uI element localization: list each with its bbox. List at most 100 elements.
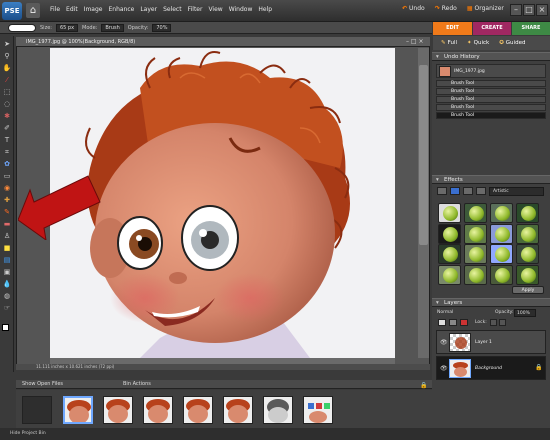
hand-tool-icon[interactable]: ✋ — [2, 64, 12, 73]
brush-tool-icon[interactable]: ✎ — [2, 208, 12, 217]
menu-filter[interactable]: Filter — [188, 6, 203, 13]
bin-thumbnail[interactable] — [183, 396, 213, 424]
history-state-current[interactable]: Brush Tool — [436, 112, 546, 119]
document-window-controls[interactable]: – □ × — [406, 38, 424, 45]
brush-preset-picker[interactable] — [8, 23, 36, 32]
show-all-icon[interactable] — [476, 187, 486, 195]
paint-bucket-tool-icon[interactable]: ■ — [2, 244, 12, 253]
menu-help[interactable]: Help — [258, 6, 272, 13]
minimize-button[interactable]: – — [510, 4, 522, 16]
menu-edit[interactable]: Edit — [66, 6, 78, 13]
lock-all-icon[interactable] — [499, 319, 506, 326]
undo-history-header[interactable]: Undo History — [432, 52, 550, 61]
selection-brush-tool-icon[interactable]: ✐ — [2, 124, 12, 133]
menu-enhance[interactable]: Enhance — [108, 6, 134, 13]
straighten-tool-icon[interactable]: ▭ — [2, 172, 12, 181]
effects-header[interactable]: Effects — [432, 175, 550, 184]
marquee-tool-icon[interactable]: ⬚ — [2, 88, 12, 97]
layer-styles-icon[interactable] — [450, 187, 460, 195]
lock-transparency-icon[interactable] — [490, 319, 497, 326]
effect-thumbnail[interactable] — [438, 203, 461, 223]
menu-image[interactable]: Image — [84, 6, 103, 13]
shape-tool-icon[interactable]: ▣ — [2, 268, 12, 277]
tab-share[interactable]: SHARE — [512, 22, 550, 35]
layer-row[interactable]: 👁 Layer 1 — [436, 330, 546, 354]
smudge-tool-icon[interactable]: ☞ — [2, 304, 12, 313]
bin-thumbnail[interactable] — [63, 396, 93, 424]
photo-effects-icon[interactable] — [463, 187, 473, 195]
menu-view[interactable]: View — [208, 6, 222, 13]
foreground-color-swatch[interactable] — [2, 324, 9, 331]
effect-thumbnail[interactable] — [490, 264, 513, 285]
menu-select[interactable]: Select — [163, 6, 182, 13]
menu-layer[interactable]: Layer — [140, 6, 157, 13]
layer-opacity-field[interactable]: 100% — [514, 309, 536, 317]
history-state[interactable]: Brush Tool — [436, 80, 546, 87]
bin-actions-menu[interactable]: Bin Actions — [123, 381, 151, 387]
mode-select[interactable]: Brush — [101, 23, 124, 32]
gradient-tool-icon[interactable]: ▤ — [2, 256, 12, 265]
tab-full[interactable]: ✎ Full — [441, 40, 457, 46]
effect-thumbnail[interactable] — [516, 223, 539, 244]
organizer-button[interactable]: ▦ Organizer — [467, 5, 504, 12]
effect-thumbnail[interactable] — [464, 244, 487, 264]
eyedropper-tool-icon[interactable]: ⁄ — [2, 76, 12, 85]
adjustment-layer-icon[interactable] — [449, 319, 457, 326]
tab-create[interactable]: CREATE — [473, 22, 511, 35]
effect-thumbnail[interactable] — [490, 203, 513, 223]
red-eye-tool-icon[interactable]: ◉ — [2, 184, 12, 193]
type-tool-icon[interactable]: T — [2, 136, 12, 145]
effect-thumbnail[interactable] — [490, 223, 513, 244]
layer-row-selected[interactable]: 👁 Background 🔒 — [436, 356, 546, 380]
bin-thumbnail[interactable] — [303, 396, 333, 424]
magic-wand-tool-icon[interactable]: ✱ — [2, 112, 12, 121]
cookie-cutter-tool-icon[interactable]: ✿ — [2, 160, 12, 169]
effect-thumbnail[interactable] — [438, 223, 461, 244]
tab-edit[interactable]: EDIT — [433, 22, 472, 35]
size-field[interactable]: 65 px — [55, 23, 79, 32]
effects-category-select[interactable]: Artistic — [489, 187, 544, 196]
crop-tool-icon[interactable]: ⌗ — [2, 148, 12, 157]
tab-guided[interactable]: ✪ Guided — [499, 40, 525, 46]
undo-button[interactable]: ↶ Undo — [402, 5, 425, 12]
effect-thumbnail[interactable] — [464, 223, 487, 244]
visibility-eye-icon[interactable]: 👁 — [440, 365, 448, 372]
apply-button[interactable]: Apply — [512, 286, 544, 294]
bin-thumbnail[interactable] — [143, 396, 173, 424]
home-icon[interactable]: ⌂ — [26, 3, 40, 18]
filters-icon[interactable] — [437, 187, 447, 195]
effect-thumbnail[interactable] — [438, 264, 461, 285]
close-button[interactable]: × — [536, 4, 548, 16]
bin-thumbnail[interactable] — [103, 396, 133, 424]
healing-brush-tool-icon[interactable]: ✚ — [2, 196, 12, 205]
redo-button[interactable]: ↷ Redo — [435, 5, 457, 12]
layers-header[interactable]: Layers — [432, 298, 550, 307]
effect-thumbnail[interactable] — [464, 203, 487, 223]
effect-thumbnail[interactable] — [464, 264, 487, 285]
history-state[interactable]: Brush Tool — [436, 104, 546, 111]
maximize-button[interactable]: □ — [523, 4, 535, 16]
effect-thumbnail[interactable] — [516, 264, 539, 285]
delete-layer-icon[interactable] — [460, 319, 468, 326]
lasso-tool-icon[interactable]: ◌ — [2, 100, 12, 109]
show-open-files-select[interactable]: Show Open Files — [22, 381, 63, 387]
bin-thumbnail[interactable] — [263, 396, 293, 424]
effect-thumbnail[interactable] — [516, 203, 539, 223]
menu-file[interactable]: File — [50, 6, 60, 13]
tab-quick[interactable]: ✦ Quick — [467, 40, 489, 46]
effect-thumbnail[interactable] — [438, 244, 461, 264]
bin-lock-icon[interactable]: 🔒 — [420, 382, 427, 389]
bin-thumbnail[interactable] — [223, 396, 253, 424]
opacity-field[interactable]: 70% — [152, 23, 172, 32]
zoom-tool-icon[interactable]: ⚲ — [2, 52, 12, 61]
menu-window[interactable]: Window — [229, 6, 253, 13]
vertical-scroll-thumb[interactable] — [419, 65, 428, 245]
effect-thumbnail[interactable] — [490, 244, 513, 264]
effect-thumbnail[interactable] — [516, 244, 539, 264]
hide-project-bin[interactable]: Hide Project Bin — [0, 428, 550, 440]
move-tool-icon[interactable]: ➤ — [2, 40, 12, 49]
visibility-eye-icon[interactable]: 👁 — [440, 339, 448, 346]
history-state[interactable]: Brush Tool — [436, 96, 546, 103]
history-state[interactable]: Brush Tool — [436, 88, 546, 95]
history-snapshot[interactable]: IMG_1977.jpg — [436, 64, 546, 78]
